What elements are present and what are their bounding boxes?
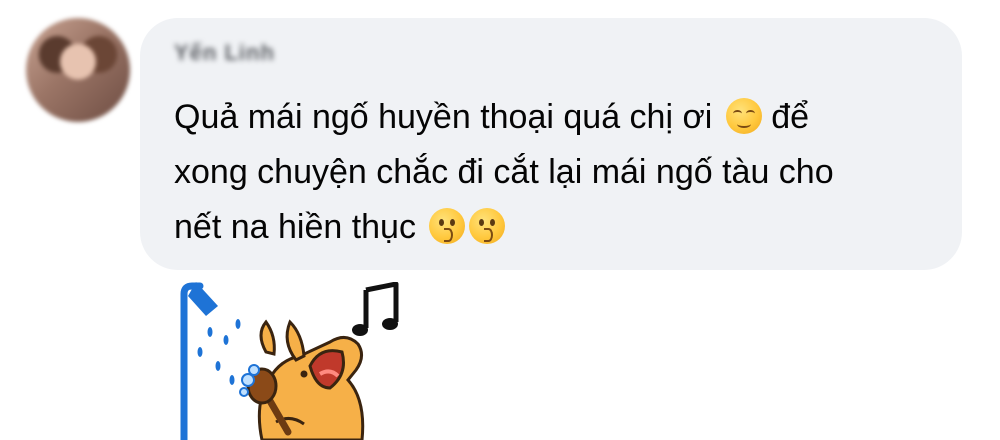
comment-line-1-end: để [771,98,810,136]
commenter-avatar[interactable] [26,18,130,122]
comment-line-2: xong chuyện chắc đi cắt lại mái ngố tàu … [174,153,834,191]
comment-bubble: Yến Linh Quả mái ngố huyền thoại quá chị… [140,18,962,270]
music-note-icon [352,282,399,336]
kissing-face-emoji-icon [429,208,466,244]
water-drops [197,319,241,385]
comment-author-name[interactable]: Yến Linh [174,40,275,66]
comment-line-3: nết na hiền thục [174,208,416,246]
shower-pipe [180,282,204,440]
kissing-face-emoji-icon [469,208,506,244]
dog-singing-in-shower-sticker[interactable] [170,282,420,440]
comment-text: Quả mái ngố huyền thoại quá chị ơi để xo… [174,90,954,255]
comment-line-1: Quả mái ngố huyền thoại quá chị ơi [174,98,713,136]
dog-eye [300,370,308,378]
relieved-face-emoji-icon [725,98,762,134]
